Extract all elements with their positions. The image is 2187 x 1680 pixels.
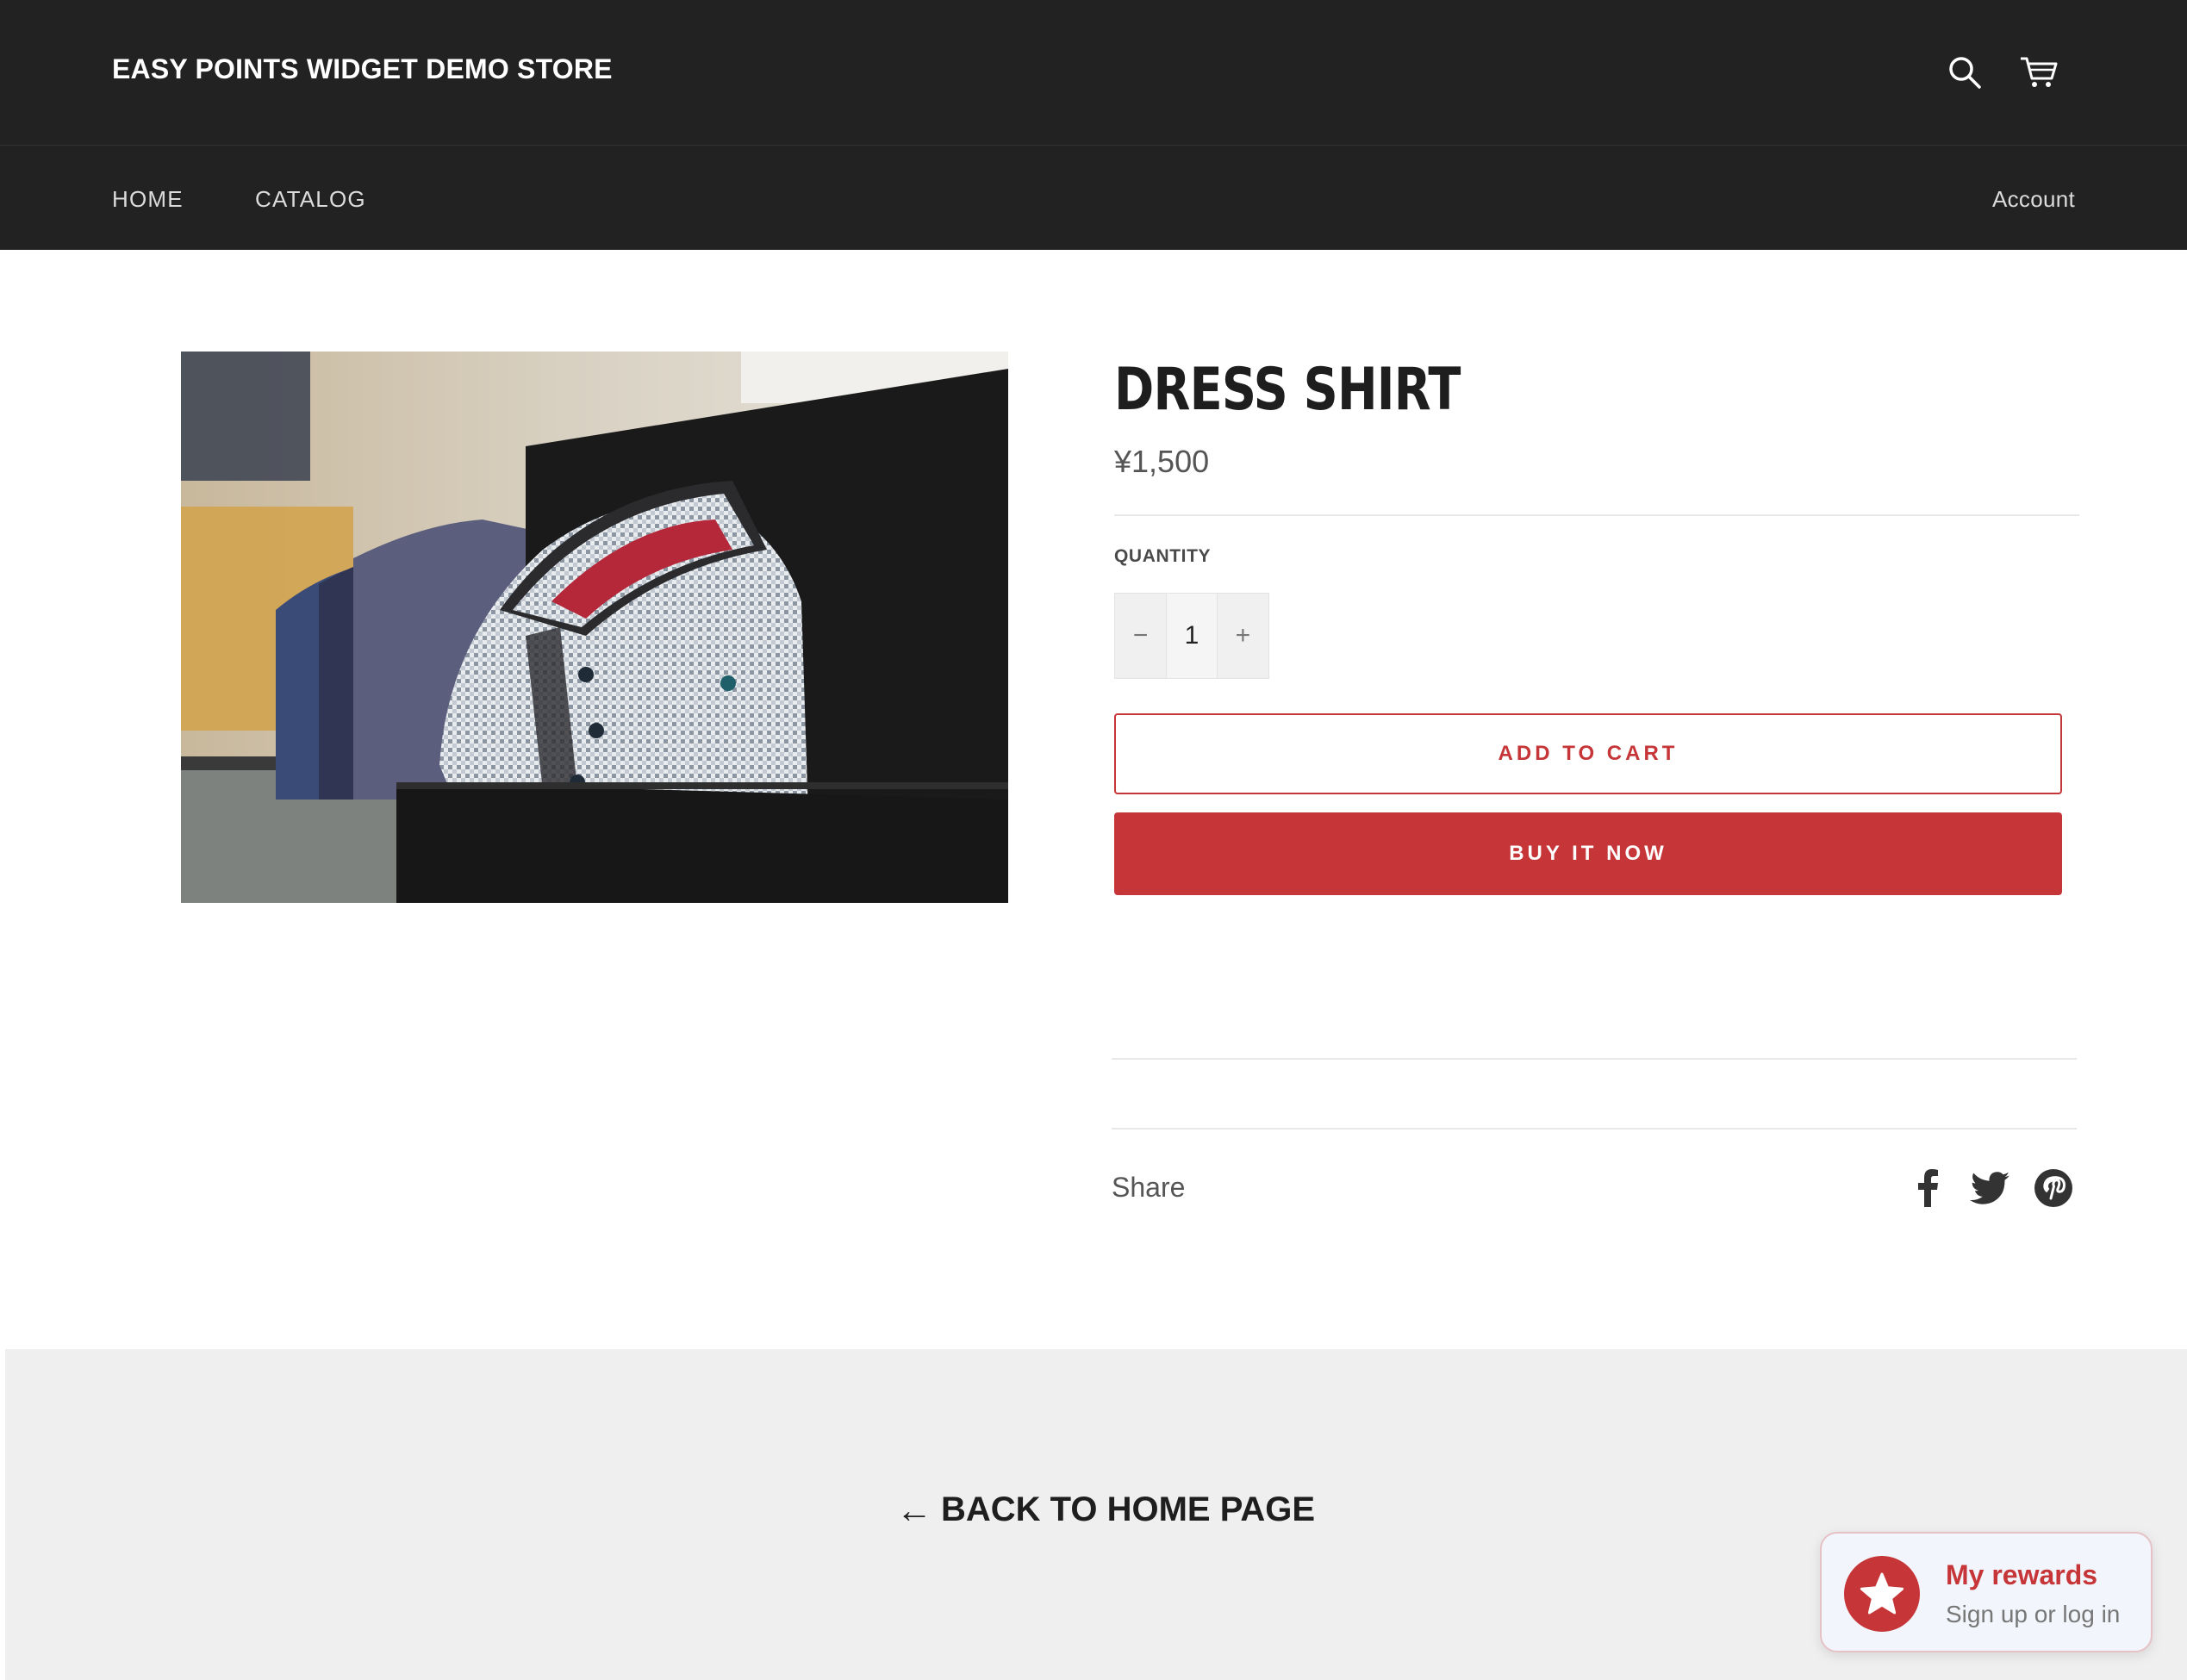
buy-it-now-button[interactable]: BUY IT NOW [1114,812,2062,895]
product-image[interactable] [181,352,1008,903]
product-title: DRESS SHIRT [1114,356,1461,424]
quantity-increment-button[interactable]: + [1218,594,1268,678]
search-icon[interactable] [1942,50,1987,95]
rewards-title: My rewards [1946,1559,2098,1590]
star-icon [1844,1556,1920,1632]
store-logo-text[interactable]: EASY POINTS WIDGET DEMO STORE [112,53,613,85]
quantity-decrement-button[interactable]: − [1115,594,1166,678]
site-header: EASY POINTS WIDGET DEMO STORE [0,0,2187,146]
quantity-input[interactable]: 1 [1166,594,1218,678]
back-to-home-label: BACK TO HOME PAGE [941,1490,1316,1528]
nav-catalog-link[interactable]: CATALOG [255,186,366,213]
twitter-icon[interactable] [1966,1165,2013,1211]
facebook-icon[interactable] [1904,1165,1951,1211]
nav-home-link[interactable]: HOME [112,186,184,213]
quantity-stepper: − 1 + [1114,593,1269,679]
product-price: ¥1,500 [1114,444,1210,479]
arrow-left-icon: ← [896,1489,932,1530]
cart-icon[interactable] [2016,50,2061,95]
divider [1112,1128,2077,1129]
main-navigation: HOME CATALOG Account [0,146,2187,250]
add-to-cart-button[interactable]: ADD TO CART [1114,713,2062,794]
divider [1112,1058,2077,1060]
back-to-home-link[interactable]: ← BACK TO HOME PAGE [896,1490,1315,1529]
rewards-subtitle: Sign up or log in [1946,1601,2121,1627]
pinterest-icon[interactable] [2030,1165,2077,1211]
rewards-widget[interactable]: My rewards Sign up or log in [1820,1532,2153,1652]
quantity-label: QUANTITY [1114,546,1212,566]
nav-account-link[interactable]: Account [1992,186,2075,213]
share-label: Share [1112,1172,1186,1203]
divider [1114,514,2079,516]
